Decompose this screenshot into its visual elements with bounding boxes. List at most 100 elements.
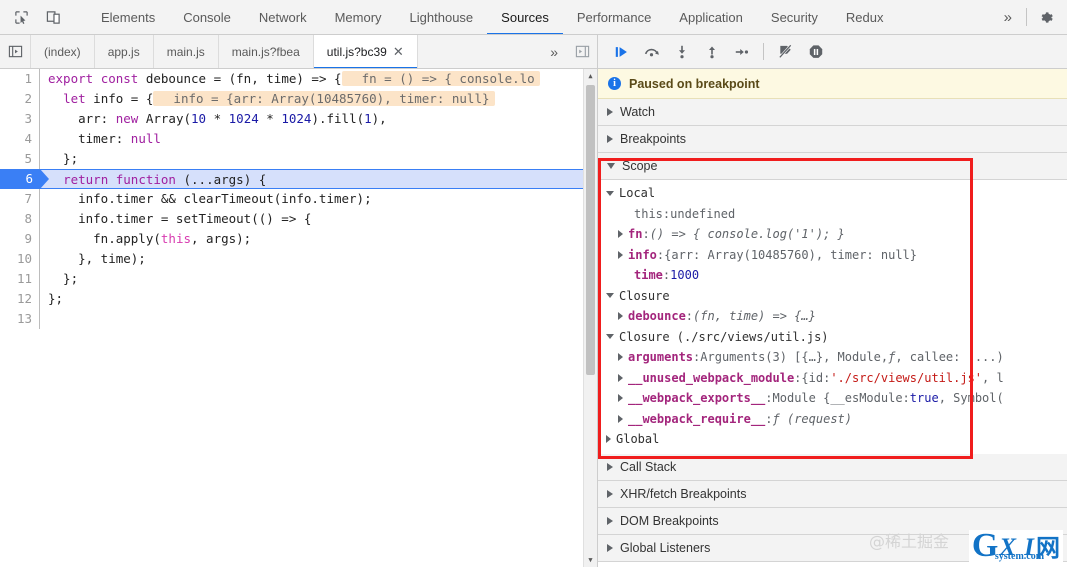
show-navigator-icon[interactable] <box>0 35 30 68</box>
scope-property-this[interactable]: this: undefined <box>598 204 1067 225</box>
scope-group-label: Closure (./src/views/util.js) <box>619 329 829 344</box>
resume-icon[interactable] <box>608 38 635 65</box>
code-line[interactable]: 10 }, time); <box>0 249 583 269</box>
section-breakpoints[interactable]: Breakpoints <box>598 126 1067 153</box>
file-tab-util-js-bc39[interactable]: util.js?bc39 ✕ <box>313 35 418 68</box>
scope-group-global[interactable]: Global <box>598 429 1067 450</box>
code-line[interactable]: 13 <box>0 309 583 329</box>
tab-lighthouse[interactable]: Lighthouse <box>396 0 488 34</box>
file-tab-main-js[interactable]: main.js <box>154 35 219 68</box>
line-number-13[interactable]: 13 <box>0 309 40 329</box>
section-call-stack[interactable]: Call Stack <box>598 453 1067 481</box>
scope-group-local[interactable]: Local <box>598 183 1067 204</box>
scope-group-closure[interactable]: Closure <box>598 286 1067 307</box>
line-number-12[interactable]: 12 <box>0 289 40 309</box>
chevron-down-icon[interactable] <box>606 293 614 299</box>
chevron-right-icon <box>607 543 613 552</box>
tab-memory[interactable]: Memory <box>321 0 396 34</box>
code-token: Array( <box>138 111 191 126</box>
code-line[interactable]: 12}; <box>0 289 583 309</box>
tab-sources[interactable]: Sources <box>487 0 563 34</box>
code-line-text: }; <box>40 289 583 309</box>
more-file-tabs-icon[interactable]: » <box>541 35 567 68</box>
line-number-8[interactable]: 8 <box>0 209 40 229</box>
code-line[interactable]: 1 export const debounce = (fn, time) => {… <box>0 69 583 89</box>
chevron-right-icon[interactable] <box>606 435 611 444</box>
scroll-up-arrow[interactable]: ▲ <box>584 69 597 83</box>
line-number-6[interactable]: 6 <box>0 169 49 189</box>
scope-property-arguments[interactable]: arguments: Arguments(3) [{…}, Module, ƒ,… <box>598 347 1067 368</box>
device-toolbar-icon[interactable] <box>40 4 66 30</box>
step-over-icon[interactable] <box>638 38 665 65</box>
code-line[interactable]: 4 timer: null <box>0 129 583 149</box>
line-number-1[interactable]: 1 <box>0 69 40 89</box>
scope-property--webpack-exports-[interactable]: __webpack_exports__: Module {__esModule:… <box>598 388 1067 409</box>
chevron-right-icon[interactable] <box>618 394 623 403</box>
scope-property--unused-webpack-module[interactable]: __unused_webpack_module: {id: './src/vie… <box>598 368 1067 389</box>
tab-performance[interactable]: Performance <box>563 0 665 34</box>
inspect-element-icon[interactable] <box>8 4 34 30</box>
gear-icon[interactable] <box>1033 4 1059 30</box>
code-line[interactable]: 6 return function (...args) { <box>0 169 583 189</box>
scope-property-info[interactable]: info: {arr: Array(10485760), timer: null… <box>598 245 1067 266</box>
code-line[interactable]: 3 arr: new Array(10 * 1024 * 1024).fill(… <box>0 109 583 129</box>
editor-vertical-scrollbar[interactable]: ▲ ▼ <box>583 69 597 567</box>
scope-property-debounce[interactable]: debounce: (fn, time) => {…} <box>598 306 1067 327</box>
chevron-right-icon[interactable] <box>618 353 623 362</box>
chevron-right-icon[interactable] <box>618 373 623 382</box>
code-token: ), <box>371 111 387 126</box>
file-tab-label: main.js <box>166 44 205 59</box>
tab-elements[interactable]: Elements <box>87 0 169 34</box>
close-icon[interactable]: ✕ <box>393 45 404 58</box>
code-editor[interactable]: 1 export const debounce = (fn, time) => {… <box>0 69 597 567</box>
section-xhr-fetch-breakpoints[interactable]: XHR/fetch Breakpoints <box>598 480 1067 508</box>
file-tab-main-js-fbea[interactable]: main.js?fbea <box>219 35 314 68</box>
line-number-2[interactable]: 2 <box>0 89 40 109</box>
code-token: function <box>115 172 176 187</box>
scope-property-time[interactable]: time: 1000 <box>598 265 1067 286</box>
code-line[interactable]: 11 }; <box>0 269 583 289</box>
scrollbar-thumb[interactable] <box>586 85 595 375</box>
show-debugger-icon[interactable] <box>567 35 597 68</box>
chevron-right-icon[interactable] <box>618 250 623 259</box>
section-watch[interactable]: Watch <box>598 99 1067 126</box>
line-number-7[interactable]: 7 <box>0 189 40 209</box>
scroll-down-arrow[interactable]: ▼ <box>584 553 597 567</box>
code-line[interactable]: 5 }; <box>0 149 583 169</box>
code-line[interactable]: 2 let info = { info = {arr: Array(104857… <box>0 89 583 109</box>
tab-network[interactable]: Network <box>245 0 321 34</box>
step-out-icon[interactable] <box>698 38 725 65</box>
tab-security[interactable]: Security <box>757 0 832 34</box>
line-number-10[interactable]: 10 <box>0 249 40 269</box>
chevron-down-icon[interactable] <box>606 190 614 196</box>
scope-group-closure-src-views-util-js-[interactable]: Closure (./src/views/util.js) <box>598 327 1067 348</box>
line-number-9[interactable]: 9 <box>0 229 40 249</box>
step-icon[interactable] <box>728 38 755 65</box>
line-number-4[interactable]: 4 <box>0 129 40 149</box>
code-line[interactable]: 8 info.timer = setTimeout(() => { <box>0 209 583 229</box>
section-scope[interactable]: Scope <box>598 153 1067 180</box>
code-line[interactable]: 7 info.timer && clearTimeout(info.timer)… <box>0 189 583 209</box>
file-tab--index-[interactable]: (index) <box>30 35 95 68</box>
file-tab-app-js[interactable]: app.js <box>95 35 154 68</box>
section-global-listeners[interactable]: Global Listeners <box>598 534 1067 562</box>
chevron-down-icon[interactable] <box>606 334 614 340</box>
tab-application[interactable]: Application <box>665 0 757 34</box>
more-panels-icon[interactable]: » <box>994 0 1022 34</box>
line-number-3[interactable]: 3 <box>0 109 40 129</box>
line-number-11[interactable]: 11 <box>0 269 40 289</box>
tab-console[interactable]: Console <box>169 0 245 34</box>
chevron-right-icon[interactable] <box>618 230 623 239</box>
pause-on-exceptions-icon[interactable] <box>802 38 829 65</box>
tab-redux[interactable]: Redux <box>832 0 898 34</box>
line-number-5[interactable]: 5 <box>0 149 40 169</box>
deactivate-breakpoints-icon[interactable] <box>772 38 799 65</box>
chevron-right-icon[interactable] <box>618 312 623 321</box>
code-token: fn.apply( <box>48 231 161 246</box>
section-dom-breakpoints[interactable]: DOM Breakpoints <box>598 507 1067 535</box>
chevron-right-icon[interactable] <box>618 414 623 423</box>
step-into-icon[interactable] <box>668 38 695 65</box>
scope-property--webpack-require-[interactable]: __webpack_require__: ƒ (request) <box>598 409 1067 430</box>
scope-property-fn[interactable]: fn: () => { console.log('1'); } <box>598 224 1067 245</box>
code-line[interactable]: 9 fn.apply(this, args); <box>0 229 583 249</box>
